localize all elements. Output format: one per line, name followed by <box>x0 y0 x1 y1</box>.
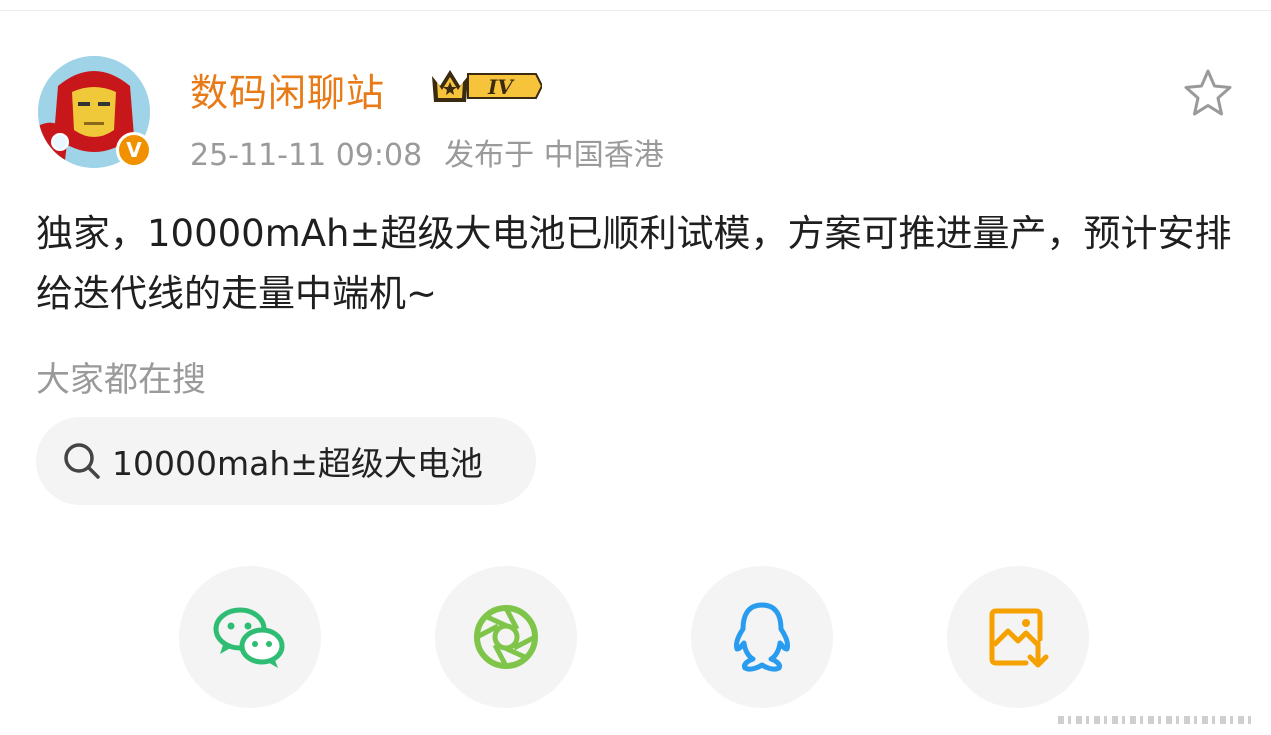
share-qq-button[interactable] <box>691 566 833 708</box>
share-moments-button[interactable] <box>435 566 577 708</box>
crown-icon: IV <box>432 70 544 102</box>
post-content: 独家，10000mAh±超级大电池已顺利试模，方案可推进量产，预计安排给迭代线的… <box>36 212 1232 315</box>
trending-search-label: 大家都在搜 <box>36 360 206 400</box>
post-timestamp: 25-11-11 09:08 <box>190 138 423 173</box>
top-divider <box>0 10 1271 11</box>
search-suggestion-text: 10000mah±超级大电池 <box>112 444 483 483</box>
post-meta: 25-11-11 09:08 发布于 中国香港 <box>190 130 664 174</box>
search-suggestion-chip[interactable]: 10000mah±超级大电池 <box>36 417 536 505</box>
search-icon <box>64 443 100 479</box>
username[interactable]: 数码闲聊站 <box>190 62 385 117</box>
share-bar <box>0 566 1271 708</box>
moments-icon <box>474 605 538 669</box>
watermark <box>1058 716 1251 724</box>
save-image-button[interactable] <box>947 566 1089 708</box>
vip-level-text: IV <box>487 75 515 99</box>
star-icon <box>1184 69 1232 116</box>
post-location: 发布于 中国香港 <box>444 138 664 173</box>
qq-icon <box>734 602 790 672</box>
save-image-icon <box>989 608 1049 668</box>
vip-level-badge[interactable]: IV <box>428 64 544 112</box>
share-wechat-button[interactable] <box>179 566 321 708</box>
verified-badge: V <box>116 132 152 168</box>
wechat-icon <box>213 607 285 668</box>
favorite-button[interactable] <box>1182 68 1234 122</box>
